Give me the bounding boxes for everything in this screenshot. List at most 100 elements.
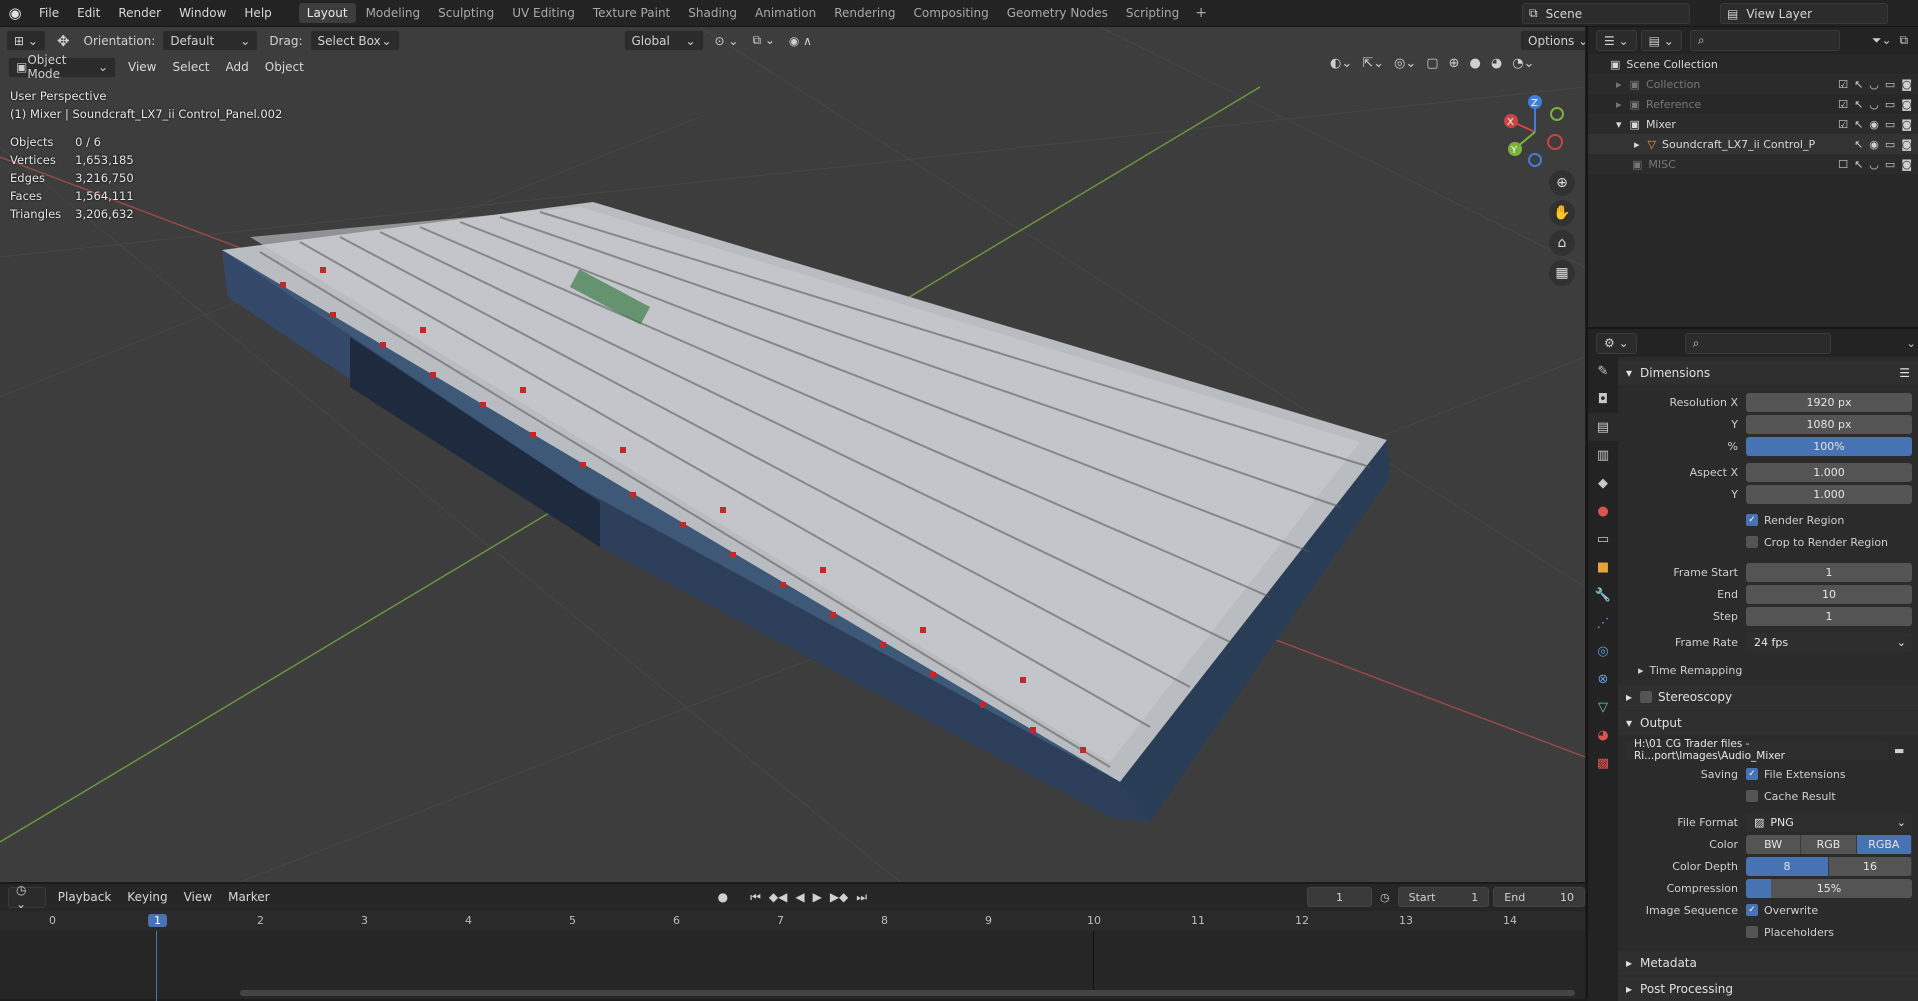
end-frame-field[interactable]: End 10 xyxy=(1493,887,1585,907)
jump-end-icon[interactable]: ⏭ xyxy=(856,890,867,905)
monitor-icon[interactable]: ▭ xyxy=(1885,78,1895,91)
color-bw-button[interactable]: BW xyxy=(1746,834,1802,854)
snap-icon[interactable]: ⧉ ⌄ xyxy=(745,33,781,48)
overlay-toggle-icon[interactable]: ◎⌄ xyxy=(1394,56,1416,71)
eye-icon[interactable]: ◉ xyxy=(1869,118,1879,131)
menu-edit[interactable]: Edit xyxy=(68,0,109,27)
editor-type-button[interactable]: ⊞ ⌄ xyxy=(6,30,46,51)
object-tab-icon[interactable]: ■ xyxy=(1588,553,1618,581)
compression-slider[interactable]: 15% xyxy=(1746,878,1912,898)
texture-tab-icon[interactable]: ▩ xyxy=(1588,749,1618,777)
select-toggle-icon[interactable]: ↖ xyxy=(1854,98,1863,111)
camera-icon[interactable]: ◙ xyxy=(1901,138,1912,151)
cache-result-row[interactable]: Cache Result xyxy=(1618,785,1918,807)
depth-8-button[interactable]: 8 xyxy=(1746,856,1829,876)
menu-render[interactable]: Render xyxy=(109,0,170,27)
camera-icon[interactable]: ◙ xyxy=(1901,78,1912,91)
resolution-x-field[interactable]: 1920 px xyxy=(1746,392,1912,412)
navigation-gizmo[interactable]: Z X Y xyxy=(1495,92,1575,172)
prev-keyframe-icon[interactable]: ◆◀ xyxy=(769,890,787,905)
tab-sculpting[interactable]: Sculpting xyxy=(430,3,502,23)
outliner-item-misc[interactable]: ▣ MISC ☐ ↖ ◡ ▭ ◙ xyxy=(1588,154,1918,174)
pivot-icon[interactable]: ⊙ ⌄ xyxy=(708,34,746,48)
menu-marker[interactable]: Marker xyxy=(220,887,277,908)
crop-region-row[interactable]: Crop to Render Region xyxy=(1618,531,1918,553)
menu-add[interactable]: Add xyxy=(218,57,257,78)
menu-keying[interactable]: Keying xyxy=(119,887,175,908)
filter-icon[interactable]: ⏷⌄ xyxy=(1872,33,1892,48)
outliner-item-collection[interactable]: ▸ ▣ Collection ☑ ↖ ◡ ▭ ◙ xyxy=(1588,74,1918,94)
transform-orientation-dropdown[interactable]: Global ⌄ xyxy=(623,30,704,51)
menu-timeline-view[interactable]: View xyxy=(176,887,220,908)
render-region-row[interactable]: ✓ Render Region xyxy=(1618,509,1918,531)
record-icon[interactable]: ● xyxy=(718,890,728,905)
timeline-ruler[interactable]: 0 1 2 3 4 5 6 7 8 9 10 11 12 13 14 xyxy=(0,911,1585,931)
placeholders-checkbox[interactable] xyxy=(1746,926,1758,938)
solid-shading-icon[interactable]: ● xyxy=(1470,56,1481,71)
checkbox-icon[interactable]: ☑ xyxy=(1838,98,1848,111)
panel-dimensions[interactable]: ▾ Dimensions ☰ xyxy=(1618,361,1918,385)
file-format-dropdown[interactable]: ▨ PNG ⌄ xyxy=(1746,812,1912,832)
display-mode-button[interactable]: ▤ ⌄ xyxy=(1640,30,1682,51)
cache-result-checkbox[interactable] xyxy=(1746,790,1758,802)
aspect-y-field[interactable]: 1.000 xyxy=(1746,484,1912,504)
monitor-icon[interactable]: ▭ xyxy=(1885,138,1895,151)
monitor-icon[interactable]: ▭ xyxy=(1885,158,1895,171)
color-rgb-button[interactable]: RGB xyxy=(1801,834,1857,854)
tab-uv-editing[interactable]: UV Editing xyxy=(504,3,583,23)
timeline-editor-type-button[interactable]: ◷ ⌄ xyxy=(8,883,46,911)
select-toggle-icon[interactable]: ↖ xyxy=(1854,78,1863,91)
tab-scripting[interactable]: Scripting xyxy=(1118,3,1187,23)
data-tab-icon[interactable]: ▽ xyxy=(1588,693,1618,721)
tab-geometry-nodes[interactable]: Geometry Nodes xyxy=(999,3,1116,23)
zoom-icon[interactable]: ⊕ xyxy=(1549,170,1575,196)
camera-view-icon[interactable]: ⌂ xyxy=(1549,230,1575,256)
tab-modeling[interactable]: Modeling xyxy=(358,3,429,23)
pan-hand-icon[interactable]: ✋ xyxy=(1549,200,1575,226)
outliner-root[interactable]: ▣ Scene Collection xyxy=(1588,54,1918,74)
outliner-editor-type-button[interactable]: ☰ ⌄ xyxy=(1596,30,1637,51)
collection-tab-icon[interactable]: ▭ xyxy=(1588,525,1618,553)
mode-dropdown[interactable]: ▣ Object Mode ⌄ xyxy=(8,53,116,81)
frame-step-field[interactable]: 1 xyxy=(1746,606,1912,626)
orientation-dropdown[interactable]: Default ⌄ xyxy=(162,30,259,51)
menu-object[interactable]: Object xyxy=(257,57,312,78)
tab-texture-paint[interactable]: Texture Paint xyxy=(585,3,678,23)
presets-icon[interactable]: ☰ xyxy=(1899,366,1910,380)
tab-shading[interactable]: Shading xyxy=(680,3,745,23)
resolution-y-field[interactable]: 1080 px xyxy=(1746,414,1912,434)
menu-file[interactable]: File xyxy=(30,0,68,27)
render-tab-icon[interactable]: ◘ xyxy=(1588,385,1618,413)
ortho-grid-icon[interactable]: ▦ xyxy=(1549,260,1575,286)
options-dropdown[interactable]: Options ⌄ xyxy=(1520,30,1585,51)
select-toggle-icon[interactable]: ↖ xyxy=(1854,118,1863,131)
3d-viewport[interactable]: ⊞ ⌄ ✥ Orientation: Default ⌄ Drag: Select… xyxy=(0,27,1585,882)
timeline-scrollbar[interactable] xyxy=(240,990,1575,996)
stereoscopy-checkbox[interactable] xyxy=(1640,691,1653,703)
transform-gizmo-icon[interactable]: ✥ xyxy=(50,32,77,50)
next-keyframe-icon[interactable]: ▶◆ xyxy=(830,890,848,905)
tab-compositing[interactable]: Compositing xyxy=(905,3,996,23)
view-layer-tab-icon[interactable]: ▥ xyxy=(1588,441,1618,469)
color-rgba-button[interactable]: RGBA xyxy=(1856,834,1912,854)
crop-region-checkbox[interactable] xyxy=(1746,536,1758,548)
gizmo-toggle-icon[interactable]: ⇱⌄ xyxy=(1362,56,1384,71)
monitor-icon[interactable]: ▭ xyxy=(1885,98,1895,111)
checkbox-icon[interactable]: ☐ xyxy=(1838,158,1848,171)
material-shading-icon[interactable]: ◕ xyxy=(1491,56,1502,71)
world-tab-icon[interactable]: ● xyxy=(1588,497,1618,525)
eye-icon[interactable]: ◉ xyxy=(1869,138,1879,151)
select-toggle-icon[interactable]: ↖ xyxy=(1854,138,1863,151)
drag-dropdown[interactable]: Select Box ⌄ xyxy=(309,30,400,51)
camera-icon[interactable]: ◙ xyxy=(1901,98,1912,111)
aspect-x-field[interactable]: 1.000 xyxy=(1746,462,1912,482)
add-workspace-icon[interactable]: + xyxy=(1189,5,1213,21)
menu-view[interactable]: View xyxy=(120,57,164,78)
eye-closed-icon[interactable]: ◡ xyxy=(1869,78,1879,91)
output-tab-icon[interactable]: ▤ xyxy=(1588,413,1618,441)
resolution-percent-slider[interactable]: 100% xyxy=(1746,436,1912,456)
view-layer-selector[interactable]: ▤ View Layer xyxy=(1720,3,1888,24)
play-reverse-icon[interactable]: ◀ xyxy=(795,890,804,905)
outliner-item-mixer[interactable]: ▾ ▣ Mixer ☑ ↖ ◉ ▭ ◙ xyxy=(1588,114,1918,134)
panel-metadata[interactable]: ▸ Metadata xyxy=(1618,951,1918,975)
